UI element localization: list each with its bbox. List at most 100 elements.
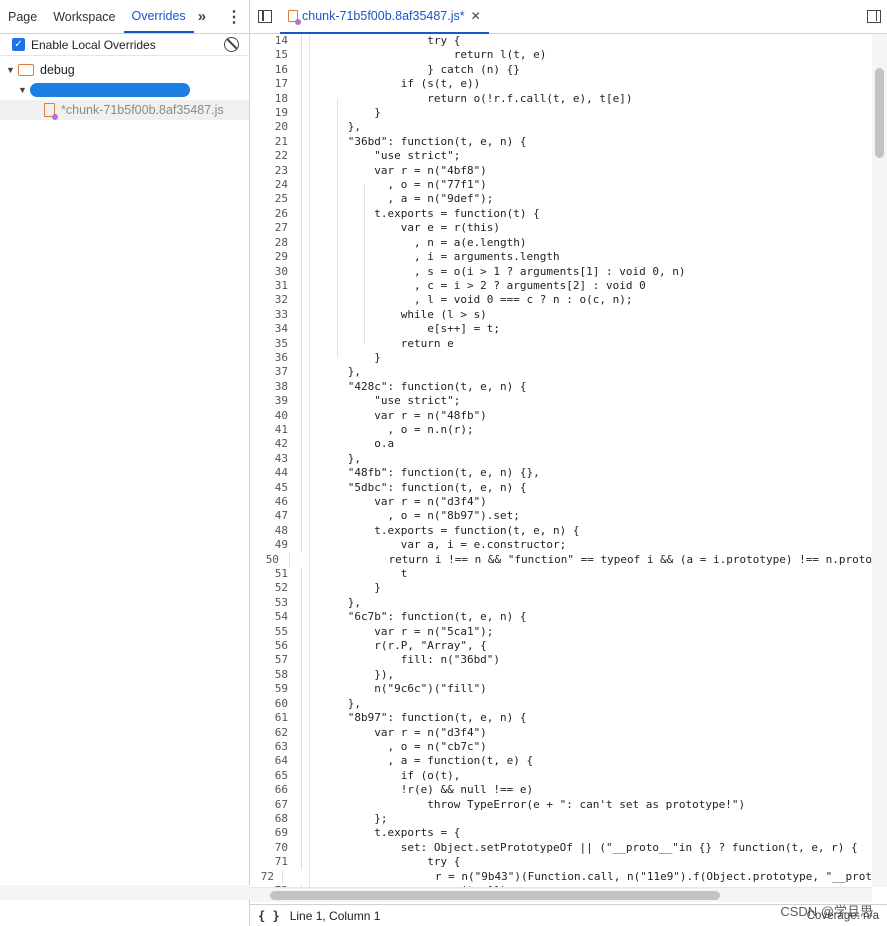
code-line[interactable]: 33 while (l > s) <box>250 307 872 323</box>
line-number[interactable]: 68 <box>250 812 288 826</box>
code-editor[interactable]: 14 try {15 return l(t, e) 16 } catch (n) … <box>250 34 872 887</box>
line-number[interactable]: 31 <box>250 279 288 293</box>
editor-tab-file[interactable]: chunk-71b5f00b.8af35487.js* ✕ <box>280 0 489 34</box>
code-line[interactable]: 18 return o(!r.f.call(t, e), t[e]) <box>250 91 872 107</box>
line-number[interactable]: 53 <box>250 596 288 610</box>
toggle-debugger-icon[interactable] <box>867 10 881 23</box>
code-line[interactable]: 49 var a, i = e.constructor; <box>250 538 872 553</box>
tab-overrides[interactable]: Overrides <box>123 0 194 33</box>
line-number[interactable]: 29 <box>250 250 288 264</box>
toggle-navigator-icon[interactable] <box>258 10 272 23</box>
code-line[interactable]: 24 , o = n("77f1") <box>250 178 872 193</box>
expand-arrow-icon[interactable]: ▼ <box>6 65 16 75</box>
code-line[interactable]: 50 return i !== n && "function" == typeo… <box>250 552 872 568</box>
line-number[interactable]: 62 <box>250 726 288 740</box>
more-options-icon[interactable]: ⋮ <box>219 0 249 33</box>
code-line[interactable]: 69 t.exports = { <box>250 826 872 841</box>
code-line[interactable]: 42 o.a <box>250 437 872 452</box>
line-number[interactable]: 41 <box>250 423 288 437</box>
code-line[interactable]: 16 } catch (n) {} <box>250 62 872 78</box>
code-line[interactable]: 19 } <box>250 106 872 121</box>
code-line[interactable]: 36 } <box>250 350 872 366</box>
line-number[interactable]: 48 <box>250 524 288 538</box>
code-line[interactable]: 17 if (s(t, e)) <box>250 77 872 92</box>
editor-h-scrollbar[interactable] <box>250 887 872 902</box>
line-number[interactable]: 60 <box>250 697 288 711</box>
line-number[interactable]: 33 <box>250 308 288 322</box>
code-line[interactable]: 38 "428c": function(t, e, n) { <box>250 379 872 395</box>
code-line[interactable]: 64 , a = function(t, e) { <box>250 754 872 769</box>
code-line[interactable]: 35 return e <box>250 336 872 351</box>
code-line[interactable]: 60 }, <box>250 696 872 712</box>
code-line[interactable]: 22 "use strict"; <box>250 149 872 164</box>
line-number[interactable]: 18 <box>250 92 288 106</box>
code-line[interactable]: 47 , o = n("8b97").set; <box>250 509 872 524</box>
code-line[interactable]: 58 }), <box>250 667 872 683</box>
line-number[interactable]: 49 <box>250 538 288 552</box>
line-number[interactable]: 47 <box>250 509 288 523</box>
navigator-h-scrollbar[interactable] <box>0 885 250 900</box>
line-number[interactable]: 52 <box>250 581 288 595</box>
line-number[interactable]: 30 <box>250 265 288 279</box>
code-line[interactable]: 23 var r = n("4bf8") <box>250 163 872 179</box>
code-line[interactable]: 53 }, <box>250 595 872 611</box>
code-line[interactable]: 31 , c = i > 2 ? arguments[2] : void 0 <box>250 278 872 294</box>
code-line[interactable]: 25 , a = n("9def"); <box>250 192 872 207</box>
code-line[interactable]: 54 "6c7b": function(t, e, n) { <box>250 610 872 625</box>
line-number[interactable]: 19 <box>250 106 288 120</box>
line-number[interactable]: 56 <box>250 639 288 653</box>
line-number[interactable]: 59 <box>250 682 288 696</box>
line-number[interactable]: 20 <box>250 120 288 134</box>
line-number[interactable]: 27 <box>250 221 288 235</box>
code-line[interactable]: 41 , o = n.n(r); <box>250 422 872 438</box>
code-line[interactable]: 57 fill: n("36bd") <box>250 653 872 668</box>
code-line[interactable]: 20 }, <box>250 120 872 135</box>
more-tabs-icon[interactable]: » <box>194 0 210 33</box>
code-line[interactable]: 34 e[s++] = t; <box>250 322 872 337</box>
tab-workspace[interactable]: Workspace <box>45 0 123 33</box>
line-number[interactable]: 67 <box>250 798 288 812</box>
line-number[interactable]: 46 <box>250 495 288 509</box>
line-number[interactable]: 28 <box>250 236 288 250</box>
editor-v-scrollbar[interactable] <box>872 34 887 887</box>
expand-arrow-icon[interactable]: ▼ <box>18 85 28 95</box>
line-number[interactable]: 44 <box>250 466 288 480</box>
line-number[interactable]: 36 <box>250 351 288 365</box>
line-number[interactable]: 42 <box>250 437 288 451</box>
line-number[interactable]: 26 <box>250 207 288 221</box>
line-number[interactable]: 51 <box>250 567 288 581</box>
code-line[interactable]: 70 set: Object.setPrototypeOf || ("__pro… <box>250 840 872 856</box>
line-number[interactable]: 34 <box>250 322 288 336</box>
code-line[interactable]: 66 !r(e) && null !== e) <box>250 783 872 798</box>
code-line[interactable]: 21 "36bd": function(t, e, n) { <box>250 134 872 150</box>
enable-overrides-checkbox[interactable]: ✓ <box>12 38 25 51</box>
line-number[interactable]: 64 <box>250 754 288 768</box>
line-number[interactable]: 15 <box>250 48 288 62</box>
code-line[interactable]: 52 } <box>250 581 872 596</box>
code-line[interactable]: 62 var r = n("d3f4") <box>250 725 872 740</box>
line-number[interactable]: 24 <box>250 178 288 192</box>
code-line[interactable]: 68 }; <box>250 811 872 827</box>
tree-file-chunk[interactable]: *chunk-71b5f00b.8af35487.js <box>0 100 249 120</box>
code-line[interactable]: 59 n("9c6c")("fill") <box>250 682 872 697</box>
line-number[interactable]: 57 <box>250 653 288 667</box>
code-line[interactable]: 61 "8b97": function(t, e, n) { <box>250 711 872 726</box>
code-line[interactable]: 26 t.exports = function(t) { <box>250 206 872 222</box>
tree-folder-debug[interactable]: ▼ debug <box>0 60 249 80</box>
line-number[interactable]: 21 <box>250 135 288 149</box>
line-number[interactable]: 17 <box>250 77 288 91</box>
pretty-print-icon[interactable]: { } <box>258 909 280 923</box>
tree-folder-redacted[interactable]: ▼ <box>0 80 249 100</box>
code-line[interactable]: 15 return l(t, e) <box>250 48 872 63</box>
code-line[interactable]: 32 , l = void 0 === c ? n : o(c, n); <box>250 293 872 308</box>
close-icon[interactable]: ✕ <box>471 9 481 23</box>
code-line[interactable]: 30 , s = o(i > 1 ? arguments[1] : void 0… <box>250 264 872 279</box>
code-line[interactable]: 27 var e = r(this) <box>250 221 872 236</box>
line-number[interactable]: 37 <box>250 365 288 379</box>
code-line[interactable]: 71 try { <box>250 855 872 870</box>
code-line[interactable]: 72 r = n("9b43")(Function.call, n("11e9"… <box>250 869 872 884</box>
line-number[interactable]: 14 <box>250 34 288 48</box>
line-number[interactable]: 43 <box>250 452 288 466</box>
line-number[interactable]: 22 <box>250 149 288 163</box>
line-number[interactable]: 50 <box>250 553 279 567</box>
